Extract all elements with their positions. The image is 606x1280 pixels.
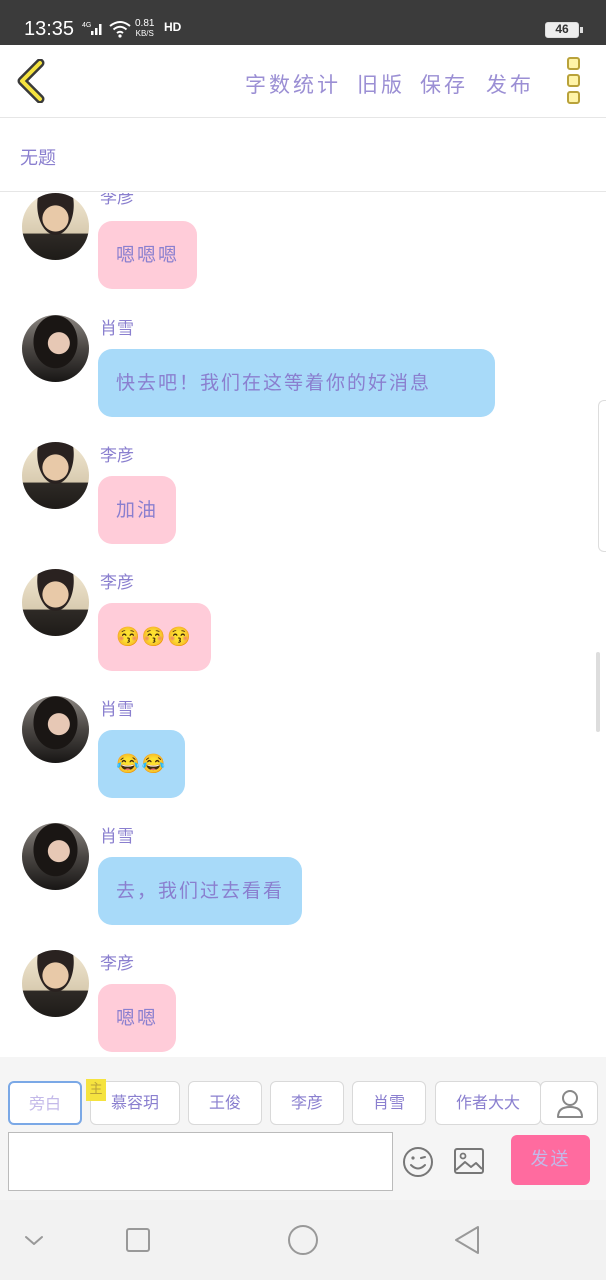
scrollbar-thumb[interactable] (596, 652, 600, 732)
word-count-button[interactable]: 字数统计 (245, 69, 341, 99)
title-row[interactable]: 无题 (0, 119, 606, 192)
avatar[interactable] (22, 193, 89, 260)
signal-icon: 4G (82, 22, 102, 35)
sender-name: 肖雪 (100, 319, 134, 339)
avatar[interactable] (22, 696, 89, 763)
role-bar: 旁白 慕容玥 主 王俊 李彦 肖雪 作者大大 发送 (0, 1057, 606, 1200)
wifi-icon (109, 21, 131, 38)
main-role-badge: 主 (86, 1079, 106, 1101)
more-dot (566, 74, 580, 87)
user-icon[interactable] (540, 1081, 598, 1125)
message-input[interactable] (8, 1132, 393, 1191)
role-chip-author[interactable]: 作者大大 (435, 1081, 541, 1125)
message-bubble[interactable]: 😂😂 (98, 730, 186, 798)
user-icon-graphic (557, 1090, 583, 1118)
image-icon[interactable] (453, 1146, 485, 1176)
avatar[interactable] (22, 950, 89, 1017)
speed-value: 0.81 (135, 18, 155, 29)
status-bar: 13:35 4G 0.81 KB/S HD 46 (0, 0, 606, 45)
square-icon[interactable] (120, 1222, 156, 1258)
more-dot (566, 57, 580, 70)
message-bubble[interactable]: 去，我们过去看看 (98, 857, 303, 925)
role-chip-xiaoxue[interactable]: 肖雪 (352, 1081, 426, 1125)
sender-name: 肖雪 (100, 700, 134, 720)
status-time: 13:35 (24, 18, 75, 40)
message-bubble[interactable]: 加油 (98, 476, 177, 544)
avatar[interactable] (22, 442, 89, 509)
network-label: 4G (82, 22, 91, 29)
chevron-left-icon[interactable] (14, 59, 48, 103)
battery-indicator: 46 (545, 22, 583, 38)
document-title[interactable]: 无题 (20, 144, 56, 170)
hd-indicator: HD (164, 20, 182, 34)
message-bubble[interactable]: 嗯嗯嗯 (98, 221, 198, 289)
message-bubble[interactable]: 快去吧！我们在这等着你的好消息 (98, 349, 495, 417)
smiley-icon[interactable] (402, 1146, 434, 1178)
sender-name: 李彦 (100, 193, 134, 208)
avatar[interactable] (22, 823, 89, 890)
save-button[interactable]: 保存 (420, 69, 468, 99)
message-bubble[interactable]: 😚😚😚 (98, 603, 211, 671)
triangle-back-icon[interactable] (450, 1222, 486, 1258)
more-dot (566, 91, 580, 104)
sender-name: 李彦 (100, 954, 134, 974)
editor-toolbar: 字数统计 旧版 保存 发布 (0, 45, 606, 118)
sender-name: 肖雪 (100, 827, 134, 847)
circle-icon[interactable] (285, 1222, 321, 1258)
message-bubble[interactable]: 嗯嗯 (98, 984, 177, 1052)
role-chip-liyan[interactable]: 李彦 (270, 1081, 344, 1125)
chat-area[interactable]: 李彦 嗯嗯嗯 肖雪 快去吧！我们在这等着你的好消息 李彦 加油 李彦 😚😚😚 肖… (0, 193, 606, 1057)
system-nav-bar (0, 1200, 606, 1280)
sender-name: 李彦 (100, 573, 134, 593)
sender-name: 李彦 (100, 446, 134, 466)
role-chip-narrator[interactable]: 旁白 (8, 1081, 82, 1125)
side-drawer-handle[interactable] (598, 400, 606, 552)
avatar[interactable] (22, 315, 89, 382)
avatar[interactable] (22, 569, 89, 636)
publish-button[interactable]: 发布 (486, 69, 534, 99)
chevron-down-icon[interactable] (16, 1222, 52, 1258)
speed-unit: KB/S (135, 29, 154, 38)
old-version-button[interactable]: 旧版 (357, 69, 405, 99)
send-button[interactable]: 发送 (511, 1135, 590, 1185)
role-chip-wangjun[interactable]: 王俊 (188, 1081, 262, 1125)
network-speed: 0.81 KB/S (135, 19, 154, 39)
more-vertical-icon[interactable] (561, 57, 585, 107)
